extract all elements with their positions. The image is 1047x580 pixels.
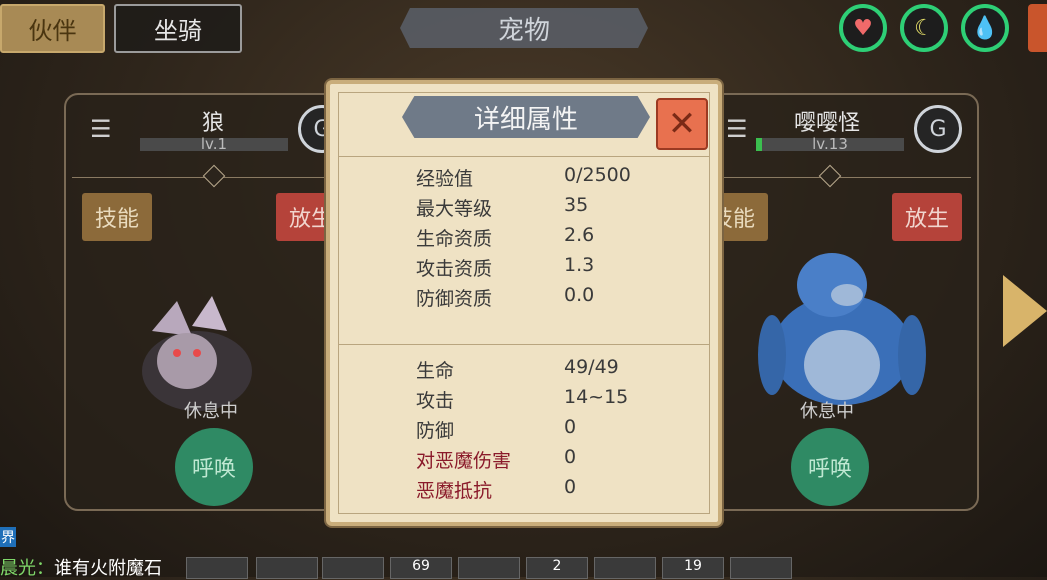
list-icon[interactable]: ☰ [726, 115, 748, 143]
next-arrow-icon[interactable] [1003, 275, 1047, 347]
stat-row: 最大等级 35 [416, 194, 686, 224]
stat-row: 防御资质 0.0 [416, 284, 686, 314]
tab-partner[interactable]: 伙伴 [0, 4, 105, 53]
hotbar-slot[interactable] [186, 557, 248, 579]
level-bar: lv.13 [756, 135, 904, 153]
stat-value: 0.0 [564, 284, 595, 306]
item-count: 2 [552, 558, 562, 574]
stat-label: 最大等级 [416, 198, 493, 220]
stat-label: 防御资质 [416, 288, 493, 310]
heart-icon[interactable]: ♥ [839, 4, 887, 52]
stat-label: 经验值 [416, 168, 474, 190]
tab-mount[interactable]: 坐骑 [114, 4, 242, 53]
water-drop-icon[interactable]: 💧 [961, 4, 1009, 52]
stat-label: 恶魔抵抗 [416, 480, 493, 502]
summon-button[interactable]: 呼唤 [175, 428, 253, 506]
divider-ornament [202, 164, 226, 188]
detail-attributes-dialog: 详细属性 ✕ 经验值 0/2500 最大等级 35 生命资质 2.6 攻击资质 … [326, 80, 722, 526]
banana-icon[interactable]: ☾ [900, 4, 948, 52]
status-text: 休息中 [184, 401, 238, 422]
divider [338, 344, 710, 345]
level-label: lv.1 [200, 135, 228, 153]
hotbar-slot[interactable] [256, 557, 318, 579]
status-text: 休息中 [800, 401, 854, 422]
pet-type-icon[interactable]: G [914, 105, 962, 153]
divider-ornament [818, 164, 842, 188]
stat-row: 攻击 14~15 [416, 386, 686, 416]
hotbar-slot[interactable] [594, 557, 656, 579]
stat-value: 2.6 [564, 224, 595, 246]
page-title: 宠物 [400, 8, 648, 48]
chat-speaker: 晨光： [0, 558, 54, 579]
stat-row: 防御 0 [416, 416, 686, 446]
stat-value: 35 [564, 194, 589, 216]
divider [338, 156, 710, 157]
skill-button[interactable]: 技能 [82, 193, 152, 241]
stat-value: 0 [564, 476, 577, 498]
stat-label: 防御 [416, 420, 455, 442]
stat-label: 攻击资质 [416, 258, 493, 280]
hotbar-slot[interactable] [458, 557, 520, 579]
pet-name: 狼 [202, 111, 225, 136]
release-button[interactable]: 放生 [892, 193, 962, 241]
hotbar-slot[interactable] [322, 557, 384, 579]
dialog-title: 详细属性 [402, 96, 650, 138]
level-bar: lv.1 [140, 135, 288, 153]
hotbar-slot[interactable] [730, 557, 792, 579]
stat-label: 生命 [416, 360, 455, 382]
stat-row: 生命 49/49 [416, 356, 686, 386]
stat-value: 0/2500 [564, 164, 631, 186]
stat-row: 对恶魔伤害 0 [416, 446, 686, 476]
stat-label: 对恶魔伤害 [416, 450, 512, 472]
list-icon[interactable]: ☰ [90, 115, 112, 143]
level-label: lv.13 [812, 135, 848, 153]
hotbar-slot[interactable]: 69 [390, 557, 452, 579]
stat-row: 恶魔抵抗 0 [416, 476, 686, 506]
blue-monster-pet-image [758, 253, 926, 405]
close-icon[interactable]: ✕ [656, 98, 708, 150]
chat-line[interactable]: 晨光：谁有火附魔石 [0, 554, 162, 580]
stat-row: 生命资质 2.6 [416, 224, 686, 254]
stat-value: 0 [564, 416, 577, 438]
stat-row: 攻击资质 1.3 [416, 254, 686, 284]
stat-row: 经验值 0/2500 [416, 164, 686, 194]
item-count: 19 [684, 558, 702, 574]
summon-button[interactable]: 呼唤 [791, 428, 869, 506]
hotbar-slot[interactable]: 2 [526, 557, 588, 579]
pet-name: 嘤嘤怪 [794, 111, 861, 136]
item-count: 69 [412, 558, 430, 574]
hotbar-slot[interactable]: 19 [662, 557, 724, 579]
chat-message: 谁有火附魔石 [54, 558, 162, 579]
stat-label: 生命资质 [416, 228, 493, 250]
world-channel-tag: 界 [0, 527, 16, 547]
stat-value: 0 [564, 446, 577, 468]
stat-value: 1.3 [564, 254, 595, 276]
stat-label: 攻击 [416, 390, 455, 412]
stat-value: 49/49 [564, 356, 619, 378]
close-button[interactable] [1028, 4, 1047, 52]
stat-value: 14~15 [564, 386, 629, 408]
